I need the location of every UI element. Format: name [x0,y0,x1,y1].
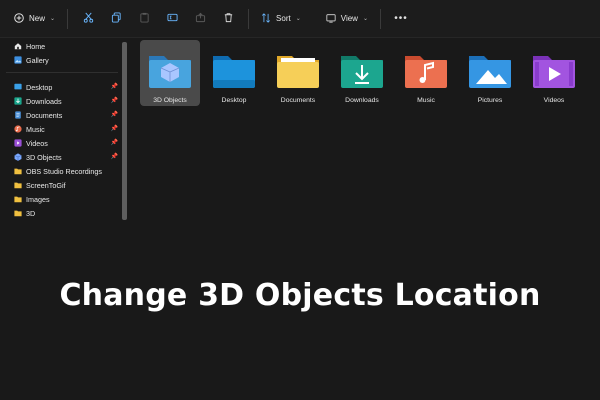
cut-button[interactable] [74,6,102,32]
sidebar-item-gallery[interactable]: Gallery [14,54,49,66]
folder-tile-pictures[interactable]: Pictures [460,40,520,106]
sidebar-item-label: 3D Objects [26,152,62,162]
paste-icon [139,10,150,28]
desktop-icon [14,83,22,91]
command-bar: New ⌄ Sort ⌄ View ⌄ ••• [0,0,600,38]
folder-tile-3d-objects[interactable]: 3D Objects [140,40,200,106]
folder-icon [14,209,22,217]
toolbar-divider [248,8,250,29]
sidebar-item-label: Downloads [26,96,62,106]
sort-button-label: Sort [276,14,291,23]
sidebar-divider [6,72,118,73]
sidebar-item-music[interactable]: Music [14,123,45,135]
sidebar-item-label: Home [26,41,46,51]
documents-icon [14,111,22,119]
view-button-label: View [340,14,358,23]
pin-icon: 📌 [110,112,118,118]
sidebar-item-documents[interactable]: Documents [14,109,62,121]
new-button[interactable]: New ⌄ [8,6,61,32]
sidebar-scrollbar[interactable] [122,42,127,220]
sidebar-item-desktop[interactable]: Desktop [14,81,52,93]
folder-tile-music[interactable]: Music [396,40,456,106]
chevron-down-icon: ⌄ [50,16,56,22]
sidebar-item-images[interactable]: Images [14,193,50,205]
sidebar-item-label: 3D [26,208,36,218]
more-options-button[interactable]: ••• [387,6,415,32]
sidebar-item-label: ScreenToGif [26,180,66,190]
folder-icon [14,181,22,189]
sidebar-item-label: Videos [26,138,48,148]
paste-button[interactable] [130,6,158,32]
gallery-icon [14,56,22,64]
view-icon [326,13,336,25]
folder-tile-label: Videos [543,97,565,104]
sort-icon [261,12,271,25]
rename-icon [167,10,178,28]
sort-button[interactable]: Sort ⌄ [255,6,307,32]
sidebar-item-label: Desktop [26,82,53,92]
toolbar-divider [379,8,381,29]
videos-icon [14,139,22,147]
folder-tile-documents[interactable]: Documents [268,40,328,106]
3d-objects-icon [14,153,22,161]
folder-tile-label: Music [417,97,435,104]
cut-icon [83,10,94,28]
delete-button[interactable] [214,6,242,32]
folder-tile-desktop[interactable]: Desktop [204,40,264,106]
plus-circle-icon [14,12,24,25]
copy-icon [111,10,122,28]
home-icon [14,42,22,50]
sidebar-item-label: Music [26,124,45,134]
sidebar-item-3d-objects[interactable]: 3D Objects [14,151,62,163]
folder-icon [14,195,22,203]
toolbar-divider [67,8,69,29]
chevron-down-icon: ⌄ [295,16,301,22]
sidebar-item-label: Gallery [26,55,49,65]
chevron-down-icon: ⌄ [362,16,368,22]
folder-tile-label: Downloads [345,97,379,104]
pin-icon: 📌 [110,154,118,160]
pin-icon: 📌 [110,140,118,146]
copy-button[interactable] [102,6,130,32]
sidebar-item-label: Images [26,194,50,204]
share-button[interactable] [186,6,214,32]
share-icon [195,10,206,28]
downloads-icon [14,97,22,105]
folder-tile-label: Pictures [477,97,503,104]
folder-tile-downloads[interactable]: Downloads [332,40,392,106]
folder-tile-label: Desktop [221,97,247,104]
folder-tile-label: 3D Objects [153,97,187,104]
folder-icon [14,167,22,175]
delete-icon [223,10,234,28]
sidebar-item-label: OBS Studio Recordings [26,166,102,176]
sidebar-item-screentogif[interactable]: ScreenToGif [14,179,66,191]
folder-tile-videos[interactable]: Videos [524,40,584,106]
music-icon [14,125,22,133]
sidebar-item-videos[interactable]: Videos [14,137,48,149]
new-button-label: New [29,14,46,23]
pin-icon: 📌 [110,98,118,104]
navigation-pane: Home Gallery Desktop 📌 Downloads 📌 Docum… [0,38,130,222]
pin-icon: 📌 [110,126,118,132]
more-icon: ••• [394,13,408,24]
toolbar-divider [313,9,314,29]
sidebar-item-3d[interactable]: 3D [14,207,35,219]
sidebar-item-downloads[interactable]: Downloads [14,95,62,107]
folder-tile-label: Documents [280,97,316,104]
sidebar-item-label: Documents [26,110,63,120]
sidebar-item-obs-studio-recordings[interactable]: OBS Studio Recordings [14,165,102,177]
headline-title: Change 3D Objects Location [59,278,541,313]
pin-icon: 📌 [110,84,118,90]
view-button[interactable]: View ⌄ [320,6,374,32]
sidebar-item-home[interactable]: Home [14,40,45,52]
rename-button[interactable] [158,6,186,32]
